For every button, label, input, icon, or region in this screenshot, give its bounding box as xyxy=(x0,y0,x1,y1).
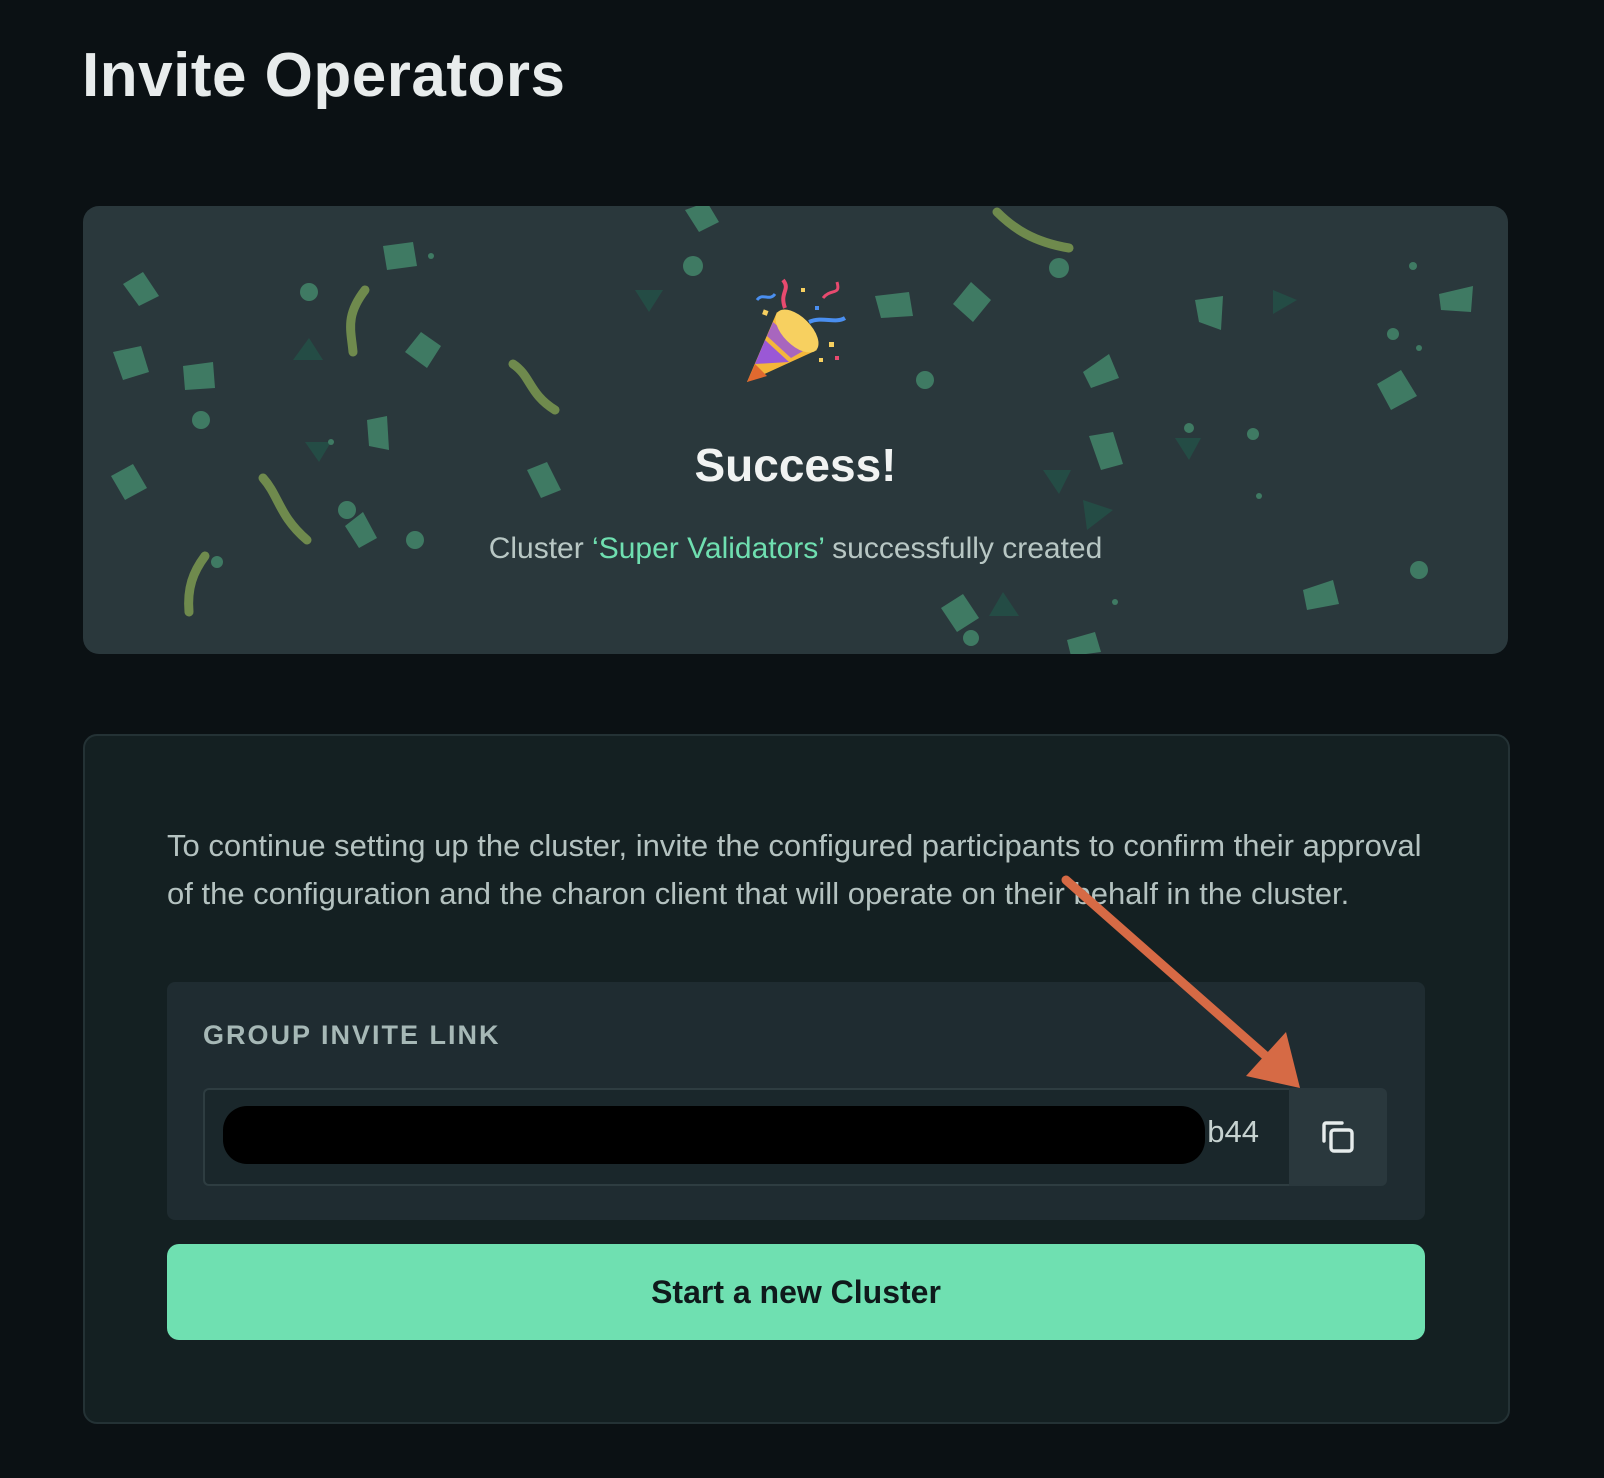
confetti-decoration xyxy=(111,206,1473,654)
group-invite-link-label: GROUP INVITE LINK xyxy=(203,1020,501,1050)
invite-card: To continue setting up the cluster, invi… xyxy=(83,734,1510,1424)
cluster-name: ‘Super Validators’ xyxy=(592,532,824,565)
success-message-suffix: successfully created xyxy=(823,532,1103,565)
group-invite-link-field[interactable]: b44 xyxy=(203,1088,1289,1186)
success-banner: Success! Cluster ‘Super Validators’ succ… xyxy=(83,206,1508,654)
group-invite-link-panel: GROUP INVITE LINK b44 xyxy=(167,982,1425,1220)
copy-link-button[interactable] xyxy=(1289,1088,1387,1186)
success-message-prefix: Cluster xyxy=(488,532,593,565)
group-invite-link-value: b44 xyxy=(1207,1114,1259,1149)
start-new-cluster-button[interactable]: Start a new Cluster xyxy=(167,1244,1425,1340)
copy-icon xyxy=(1322,1121,1354,1153)
invite-description: To continue setting up the cluster, invi… xyxy=(167,828,1422,911)
redaction-bar xyxy=(223,1106,1205,1164)
page-title: Invite Operators xyxy=(82,41,566,110)
success-message: Cluster ‘Super Validators’ successfully … xyxy=(83,532,1508,566)
success-heading: Success! xyxy=(694,439,897,491)
party-popper-icon xyxy=(747,278,847,382)
